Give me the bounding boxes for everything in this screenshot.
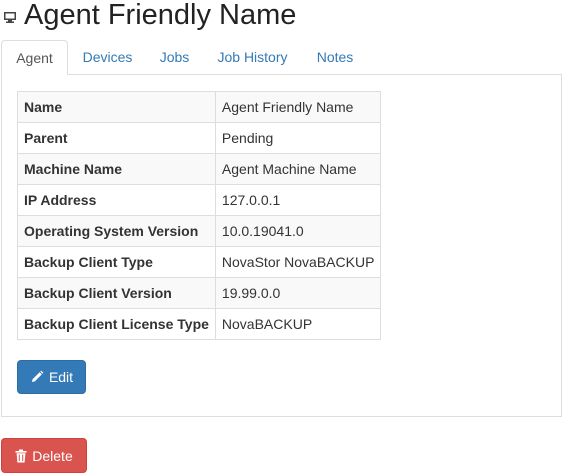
tab-bar: Agent Devices Jobs Job History Notes	[1, 40, 563, 75]
table-row: Backup Client Version 19.99.0.0	[17, 277, 382, 309]
table-row: IP Address 127.0.0.1	[17, 184, 382, 216]
table-row: Operating System Version 10.0.19041.0	[17, 215, 382, 247]
tab-notes[interactable]: Notes	[303, 40, 367, 75]
tab-jobs[interactable]: Jobs	[147, 40, 202, 75]
agent-tab-panel: Name Agent Friendly Name Parent Pending …	[1, 74, 562, 417]
detail-value: 19.99.0.0	[214, 277, 382, 309]
edit-button[interactable]: Edit	[17, 360, 86, 394]
tab-agent[interactable]: Agent	[1, 40, 68, 75]
table-row: Backup Client License Type NovaBACKUP	[17, 308, 382, 340]
detail-value: NovaBACKUP	[214, 308, 382, 340]
pencil-icon	[30, 370, 44, 384]
detail-key: Backup Client License Type	[17, 308, 216, 340]
table-row: Backup Client Type NovaStor NovaBACKUP	[17, 246, 382, 278]
detail-key: Backup Client Type	[17, 246, 216, 278]
detail-key: Operating System Version	[17, 215, 216, 247]
tab-devices[interactable]: Devices	[70, 40, 145, 75]
detail-value: Agent Friendly Name	[214, 91, 382, 123]
detail-value: Pending	[214, 122, 382, 154]
detail-key: IP Address	[17, 184, 216, 216]
detail-value: NovaStor NovaBACKUP	[214, 246, 382, 278]
tab-job-history[interactable]: Job History	[204, 40, 301, 75]
trash-icon	[15, 449, 27, 463]
page-header: Agent Friendly Name	[0, 0, 296, 30]
table-row: Parent Pending	[17, 122, 382, 154]
detail-key: Parent	[17, 122, 216, 154]
detail-key: Machine Name	[17, 153, 216, 185]
detail-value: Agent Machine Name	[214, 153, 382, 185]
page-title: Agent Friendly Name	[24, 0, 297, 31]
detail-key: Backup Client Version	[17, 277, 216, 309]
computer-icon	[2, 9, 18, 25]
delete-button[interactable]: Delete	[1, 438, 87, 473]
detail-key: Name	[17, 91, 216, 123]
table-row: Machine Name Agent Machine Name	[17, 153, 382, 185]
delete-button-label: Delete	[32, 447, 73, 464]
detail-value: 127.0.0.1	[214, 184, 382, 216]
edit-button-label: Edit	[48, 369, 74, 385]
agent-details-table: Name Agent Friendly Name Parent Pending …	[17, 91, 382, 340]
detail-value: 10.0.19041.0	[214, 215, 382, 247]
table-row: Name Agent Friendly Name	[17, 91, 382, 123]
